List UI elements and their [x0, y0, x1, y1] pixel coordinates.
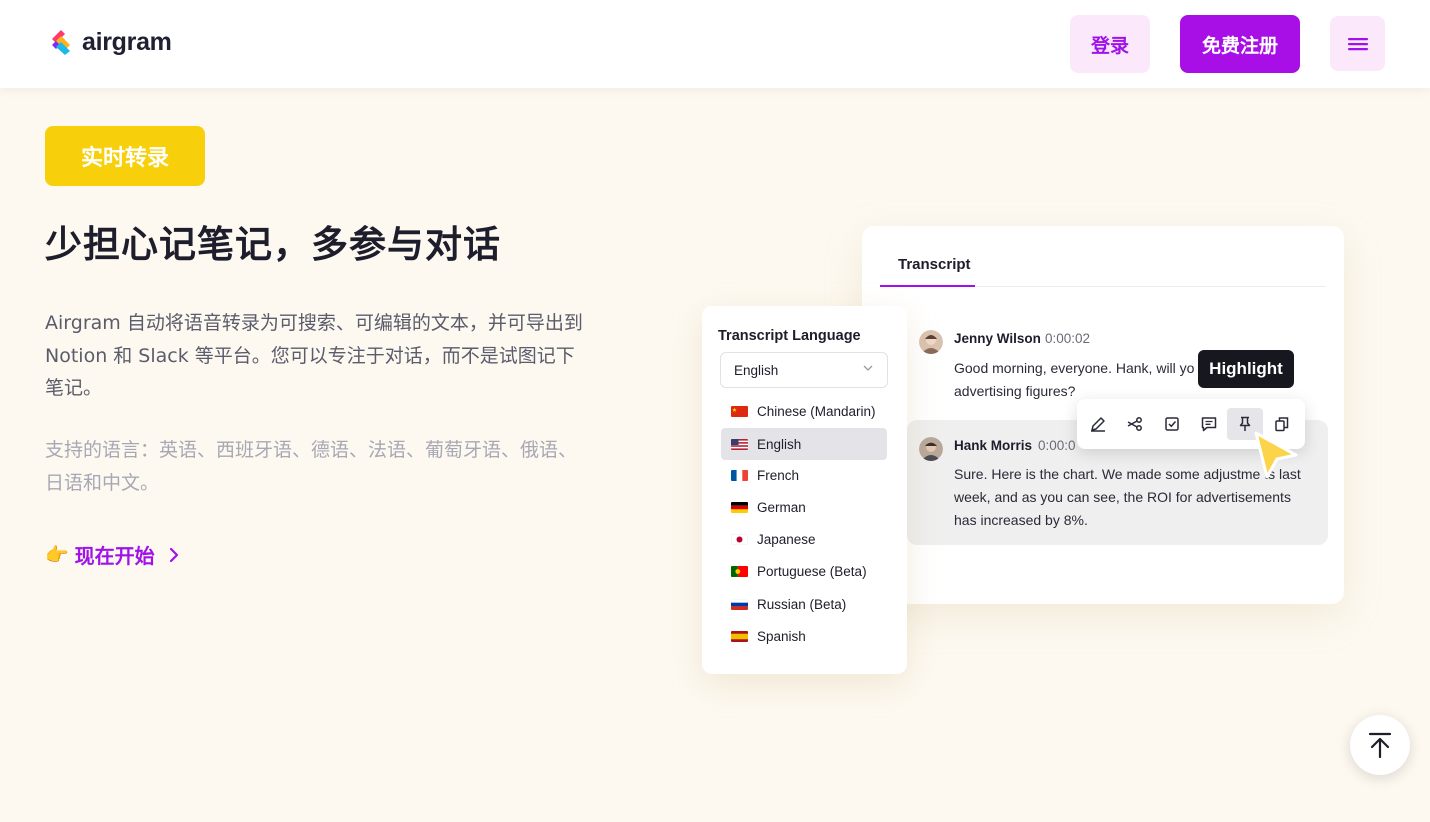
feature-badge: 实时转录 [45, 126, 205, 186]
timestamp: 0:00:02 [1045, 331, 1091, 346]
signup-button[interactable]: 免费注册 [1180, 15, 1300, 73]
tab-active-indicator [880, 285, 975, 287]
language-option-label: German [757, 499, 806, 515]
language-option-german[interactable]: German [721, 491, 887, 523]
tab-transcript[interactable]: Transcript [898, 256, 971, 273]
edit-button[interactable] [1084, 410, 1112, 438]
russia-flag-icon [731, 598, 748, 610]
language-panel: Transcript Language English Chinese (Man… [702, 306, 907, 674]
speaker-name: Hank Morris [954, 438, 1033, 453]
language-option-label: Spanish [757, 628, 806, 644]
language-select[interactable]: English [720, 352, 888, 388]
language-option-label: Japanese [757, 531, 816, 547]
chevron-down-icon [863, 365, 873, 371]
get-started-link[interactable]: 👉 现在开始 [45, 540, 179, 569]
menu-button[interactable] [1330, 16, 1385, 71]
transcript-card: Transcript Jenny Wilson 0:00:02 Good mor… [862, 226, 1344, 604]
checkbox-icon [1165, 417, 1179, 431]
portugal-flag-icon [731, 565, 748, 577]
language-option-japanese[interactable]: Japanese [721, 523, 887, 555]
login-button[interactable]: 登录 [1070, 15, 1150, 73]
pointing-hand-icon: 👉 [45, 544, 69, 566]
language-option-spanish[interactable]: Spanish [721, 620, 887, 652]
message-text: has increased by 8%. [954, 512, 1088, 528]
language-panel-title: Transcript Language [718, 328, 861, 344]
logo-text: airgram [82, 27, 172, 56]
us-flag-icon [731, 438, 748, 450]
language-option-french[interactable]: French [721, 459, 887, 491]
chevron-right-icon [169, 547, 178, 562]
airgram-logo[interactable]: airgram [50, 27, 172, 57]
airgram-logo-icon [52, 30, 70, 55]
site-header: airgram 登录 免费注册 [0, 0, 1430, 88]
supported-languages: 支持的语言：英语、西班牙语、德语、法语、葡萄牙语、俄语、日语和中文。 [45, 439, 578, 494]
spain-flag-icon [731, 630, 748, 642]
language-option-chinese[interactable]: Chinese (Mandarin) [721, 395, 887, 427]
comment-button[interactable] [1195, 410, 1223, 438]
france-flag-icon [731, 469, 748, 481]
language-option-portuguese[interactable]: Portuguese (Beta) [721, 555, 887, 587]
language-option-label: English [757, 436, 802, 452]
language-option-russian[interactable]: Russian (Beta) [721, 588, 887, 620]
avatar [919, 437, 943, 461]
cut-icon [1127, 417, 1142, 431]
message-text: advertising figures? [954, 383, 1076, 399]
comment-icon [1201, 417, 1217, 432]
avatar [919, 330, 943, 354]
hamburger-icon [1347, 37, 1368, 50]
germany-flag-icon [731, 501, 748, 513]
message-text: week, and as you can see, the ROI for ad… [954, 489, 1291, 505]
highlight-tooltip: Highlight [1198, 350, 1294, 388]
message-text: Good morning, everyone. Hank, will yo [954, 360, 1195, 376]
arrow-up-icon [1368, 732, 1392, 758]
language-option-english[interactable]: English [721, 428, 887, 460]
language-option-label: Chinese (Mandarin) [757, 403, 876, 419]
china-flag-icon [731, 405, 748, 417]
timestamp: 0:00:0 [1038, 438, 1076, 453]
edit-icon [1091, 417, 1105, 432]
scroll-to-top-button[interactable] [1350, 715, 1410, 775]
action-item-button[interactable] [1158, 410, 1186, 438]
language-option-label: French [757, 467, 800, 483]
speaker-name: Jenny Wilson [954, 331, 1041, 346]
message-text: Sure. Here is the chart. We made some ad… [954, 466, 1301, 482]
cursor-pointer-icon [1254, 431, 1298, 479]
language-select-value: English [734, 363, 779, 378]
cut-button[interactable] [1121, 410, 1149, 438]
japan-flag-icon [731, 533, 748, 545]
language-option-label: Russian (Beta) [757, 596, 847, 612]
language-option-label: Portuguese (Beta) [757, 563, 867, 579]
get-started-label: 现在开始 [74, 544, 155, 568]
hero-description: Airgram 自动将语音转录为可搜索、可编辑的文本，并可导出到 Notion … [45, 312, 583, 399]
hero-title: 少担心记笔记，多参与对话 [45, 223, 501, 266]
